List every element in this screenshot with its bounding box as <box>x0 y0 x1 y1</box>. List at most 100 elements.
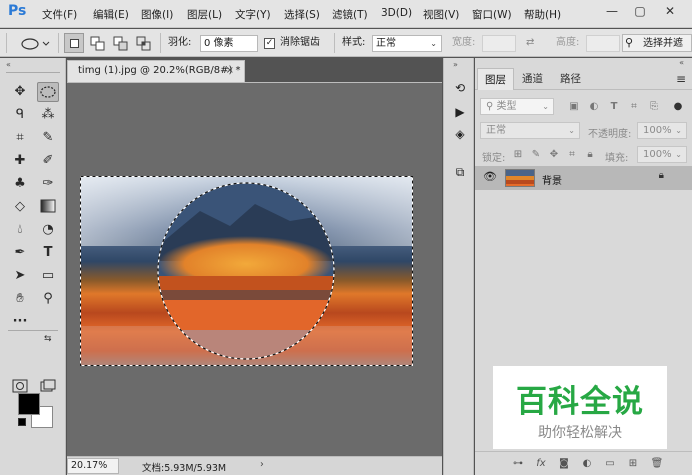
pixel-filter-icon[interactable]: ▣ <box>567 100 581 114</box>
intersect-selection-button[interactable] <box>133 33 153 53</box>
style-select[interactable]: 正常 ⌄ <box>372 35 442 52</box>
document-tab[interactable]: timg (1).jpg @ 20.2%(RGB/8#) * × <box>67 60 245 82</box>
menu-layer[interactable]: 图层(L) <box>187 7 222 22</box>
separator <box>58 33 59 53</box>
opacity-value: 100% <box>643 125 672 136</box>
group-icon[interactable]: ▭ <box>602 456 618 472</box>
zoom-input[interactable]: 20.17% <box>67 458 119 474</box>
menu-select[interactable]: 选择(S) <box>284 7 320 22</box>
blend-mode-select[interactable]: 正常 ⌄ <box>480 122 580 139</box>
tab-paths[interactable]: 路径 <box>553 68 588 90</box>
lock-transparency-icon[interactable]: ⊞ <box>511 148 525 162</box>
default-colors-icon[interactable] <box>18 418 26 426</box>
close-window-button[interactable]: ✕ <box>660 2 680 20</box>
new-selection-button[interactable] <box>64 33 84 53</box>
feather-input[interactable]: 0 像素 <box>200 35 258 52</box>
pen-tool[interactable]: ✒ <box>9 243 31 263</box>
tool-preset-picker[interactable] <box>18 35 52 53</box>
gradient-tool[interactable] <box>37 197 59 217</box>
lock-row: 锁定: ⊞ ✎ ✥ ⌗ 🔒︎ 填充: 100% ⌄ <box>475 144 692 166</box>
new-layer-icon[interactable]: ⊞ <box>625 456 641 472</box>
status-menu-arrow[interactable]: › <box>260 459 264 470</box>
lock-label: 锁定: <box>482 153 506 164</box>
move-tool[interactable]: ✥ <box>9 82 31 102</box>
blur-tool[interactable]: 💧︎ <box>9 220 31 240</box>
select-and-mask-button[interactable]: ⚲ 选择并遮 <box>622 34 692 52</box>
swap-colors-icon[interactable]: ⇆ <box>44 334 52 344</box>
eyedropper-tool[interactable]: ✎ <box>37 128 59 148</box>
healing-brush-tool[interactable]: ✚ <box>9 151 31 171</box>
type-tool[interactable]: T <box>37 243 59 263</box>
brush-tool[interactable]: ✐ <box>37 151 59 171</box>
tab-layers[interactable]: 图层 <box>477 68 514 90</box>
lock-pixels-icon[interactable]: ✎ <box>529 148 543 162</box>
adjustment-filter-icon[interactable]: ◐ <box>587 100 601 114</box>
menu-bar: Ps 文件(F) 编辑(E) 图像(I) 图层(L) 文字(Y) 选择(S) 滤… <box>0 0 692 28</box>
screen-mode-button[interactable] <box>37 377 59 397</box>
adjustment-icon[interactable]: ◐ <box>579 456 595 472</box>
opacity-input[interactable]: 100% ⌄ <box>637 122 687 139</box>
maximize-button[interactable]: ▢ <box>630 2 650 20</box>
rectangle-tool[interactable]: ▭ <box>37 266 59 286</box>
elliptical-marquee-tool[interactable] <box>37 82 59 102</box>
collapse-toolbar-icon[interactable]: « <box>6 60 11 69</box>
magic-wand-tool[interactable]: ⁂ <box>37 105 59 125</box>
smart-object-filter-icon[interactable]: ⎘ <box>647 100 661 114</box>
history-panel-icon[interactable]: ⟲ <box>450 78 470 98</box>
fill-input[interactable]: 100% ⌄ <box>637 146 687 163</box>
lock-position-icon[interactable]: ✥ <box>547 148 561 162</box>
properties-panel-icon[interactable]: ⧉ <box>450 162 470 182</box>
zoom-tool[interactable]: ⚲ <box>37 289 59 309</box>
shape-filter-icon[interactable]: ⌗ <box>627 100 641 114</box>
foreground-color-swatch[interactable] <box>18 393 40 415</box>
lock-artboard-icon[interactable]: ⌗ <box>565 148 579 162</box>
select-and-mask-label: 选择并遮 <box>643 38 683 49</box>
minimize-button[interactable]: — <box>602 2 622 20</box>
layer-thumbnail-image <box>506 170 534 186</box>
close-tab-icon[interactable]: × <box>226 61 234 81</box>
hand-tool[interactable]: ✋︎ <box>9 289 31 309</box>
actions-play-icon[interactable]: ▶ <box>450 102 470 122</box>
menu-filter[interactable]: 滤镜(T) <box>332 7 368 22</box>
eraser-tool[interactable]: ◇ <box>9 197 31 217</box>
expand-panels-icon[interactable]: » <box>453 60 458 69</box>
antialias-checkbox[interactable]: ✓ <box>264 38 275 49</box>
collapse-panel-icon[interactable]: « <box>679 58 684 67</box>
subtract-selection-button[interactable] <box>110 33 130 53</box>
3d-panel-icon[interactable]: ◈ <box>450 124 470 144</box>
menu-window[interactable]: 窗口(W) <box>472 7 512 22</box>
link-icon[interactable]: ⊶ <box>510 456 526 472</box>
menu-view[interactable]: 视图(V) <box>423 7 459 22</box>
history-brush-tool[interactable]: ✑ <box>37 174 59 194</box>
filter-kind-value: 类型 <box>496 101 517 112</box>
lock-icon: 🔒︎ <box>658 170 664 181</box>
lasso-tool[interactable]: ᑫ <box>9 105 31 125</box>
path-selection-tool[interactable]: ➤ <box>9 266 31 286</box>
layer-row[interactable]: 👁︎ 背景 🔒︎ <box>475 166 692 190</box>
document-image[interactable] <box>80 176 413 366</box>
menu-file[interactable]: 文件(F) <box>42 7 77 22</box>
menu-type[interactable]: 文字(Y) <box>235 7 271 22</box>
menu-help[interactable]: 帮助(H) <box>524 7 561 22</box>
type-filter-icon[interactable]: T <box>607 100 621 114</box>
mask-icon[interactable]: ◙ <box>556 456 572 472</box>
document-area: timg (1).jpg @ 20.2%(RGB/8#) * × 20.17% … <box>67 58 442 475</box>
layer-kind-filter[interactable]: ⚲ 类型 ⌄ <box>480 98 554 115</box>
delete-icon[interactable]: 🗑︎ <box>649 456 665 472</box>
lock-all-icon[interactable]: 🔒︎ <box>583 148 597 162</box>
tab-channels[interactable]: 通道 <box>515 68 550 90</box>
canvas-pasteboard[interactable] <box>67 83 442 456</box>
panel-menu-icon[interactable]: ≡ <box>676 68 686 90</box>
eye-icon[interactable]: 👁︎ <box>483 170 497 183</box>
filter-toggle-icon[interactable]: ● <box>671 100 685 114</box>
more-tools-icon[interactable]: ··· <box>9 312 31 332</box>
layer-name[interactable]: 背景 <box>542 172 562 187</box>
menu-edit[interactable]: 编辑(E) <box>93 7 129 22</box>
fx-icon[interactable]: fx <box>533 456 549 472</box>
menu-image[interactable]: 图像(I) <box>141 7 173 22</box>
add-selection-button[interactable] <box>87 33 107 53</box>
menu-3d[interactable]: 3D(D) <box>381 7 412 19</box>
clone-stamp-tool[interactable]: ♣ <box>9 174 31 194</box>
dodge-tool[interactable]: ◔ <box>37 220 59 240</box>
crop-tool[interactable]: ⌗ <box>9 128 31 148</box>
